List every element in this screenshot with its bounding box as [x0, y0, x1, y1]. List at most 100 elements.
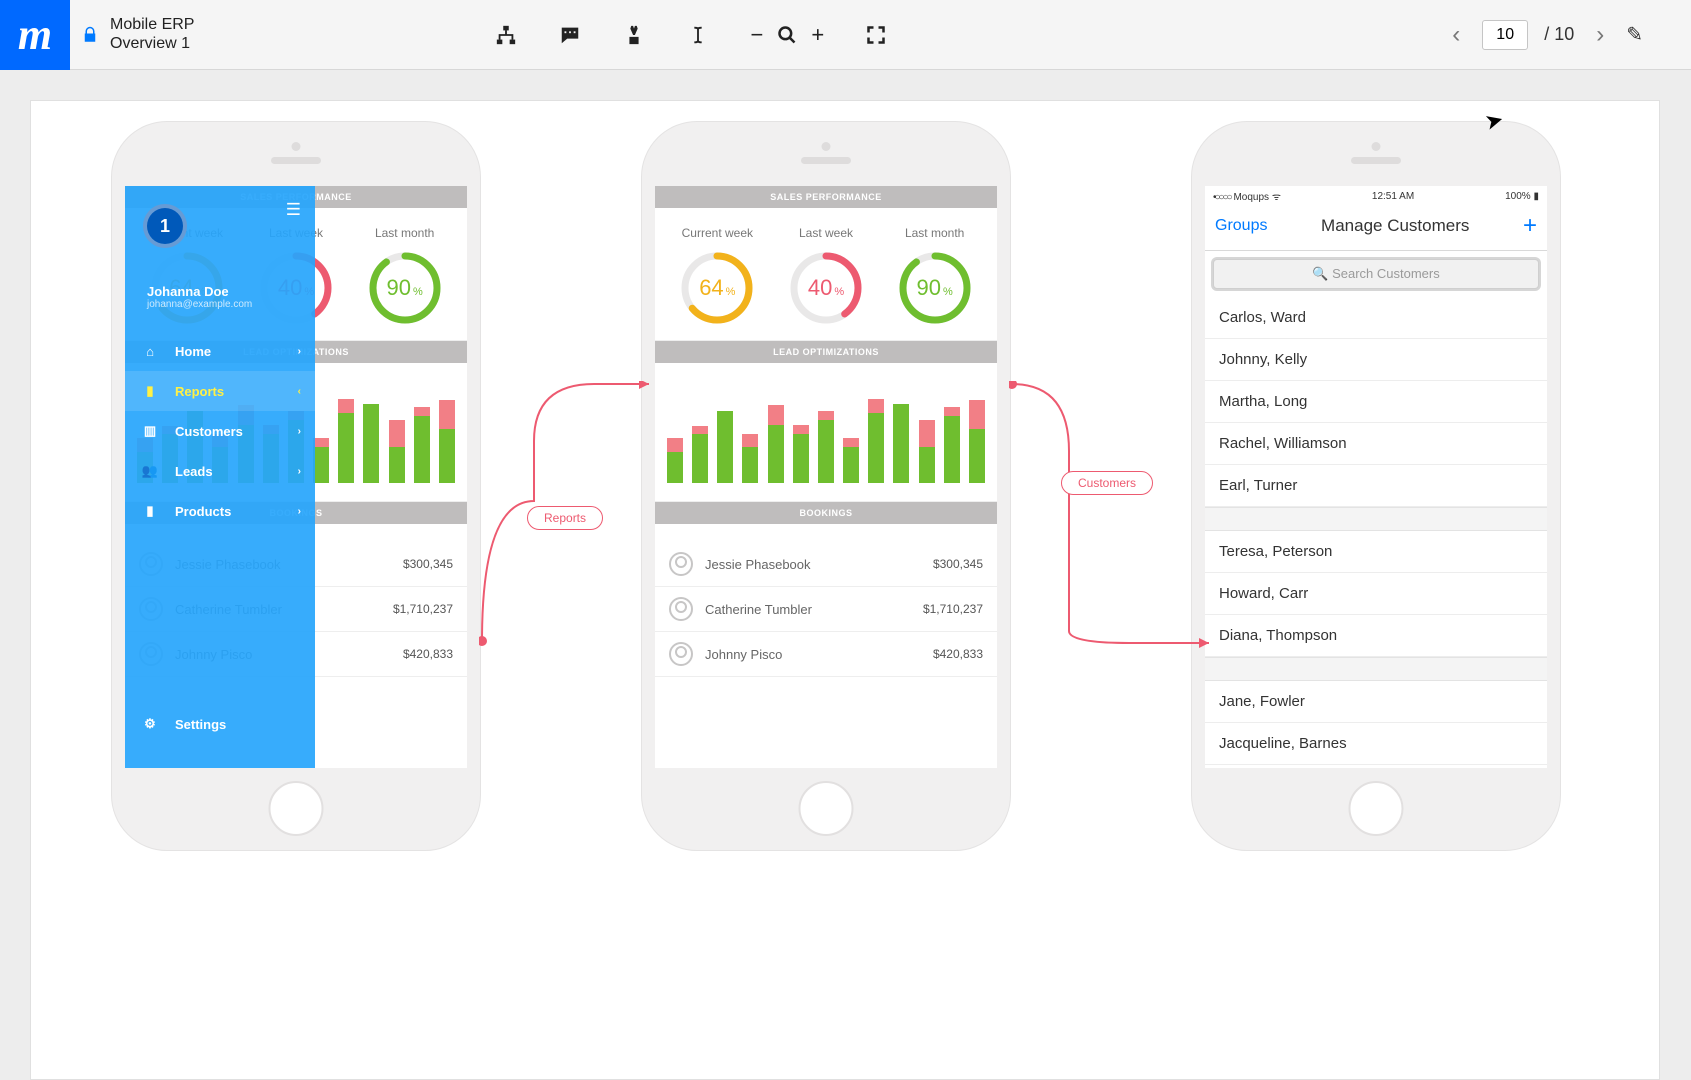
- phone2-screen: SALES PERFORMANCECurrent week64%Last wee…: [655, 186, 997, 768]
- gauge-label: Last month: [367, 226, 443, 240]
- nav-icon: ▮: [139, 383, 161, 399]
- chevron-right-icon: ›: [298, 506, 301, 517]
- customer-row[interactable]: Rachel, Williamson: [1205, 423, 1547, 465]
- avatar-icon: [669, 552, 693, 576]
- customer-row[interactable]: Howard, Carr: [1205, 573, 1547, 615]
- nav-icon: ▮: [139, 503, 161, 519]
- nav-item-home[interactable]: ⌂Home›: [125, 332, 315, 371]
- phone-mock-1: SALES PERFORMANCECurrent week64%Last wee…: [111, 121, 481, 851]
- zoom-out-button[interactable]: −: [750, 22, 763, 48]
- nav-label: Reports: [175, 384, 224, 399]
- add-customer-button[interactable]: +: [1523, 212, 1537, 240]
- customer-row[interactable]: Earl, Turner: [1205, 465, 1547, 507]
- customer-row[interactable]: Teresa, Peterson: [1205, 531, 1547, 573]
- toolbar-center: − +: [494, 22, 888, 48]
- bar: [944, 407, 960, 484]
- breadcrumb[interactable]: Mobile ERP Overview 1: [110, 16, 194, 53]
- phone1-screen: SALES PERFORMANCECurrent week64%Last wee…: [125, 186, 467, 768]
- zoom-controls: − +: [750, 22, 824, 48]
- drawer-badge: 1: [143, 204, 187, 248]
- bar: [692, 426, 708, 483]
- carrier-label: •○○○○ Moqups ᯤ: [1213, 189, 1281, 203]
- chevron-right-icon: ›: [298, 346, 301, 357]
- gear-icon: ⚙: [139, 716, 161, 732]
- drawer-user-name: Johanna Doe: [147, 284, 315, 299]
- gauge-2: Last month90%: [367, 226, 443, 326]
- avatar-icon: [669, 597, 693, 621]
- app-toolbar: m Mobile ERP Overview 1 − + ‹ / 10 › ✎: [0, 0, 1691, 70]
- bar: [338, 399, 354, 483]
- lock-icon[interactable]: [70, 26, 110, 44]
- nav-drawer: ☰ 1 Johanna Doe johanna@example.com ⌂Hom…: [125, 186, 315, 768]
- nav-item-leads[interactable]: 👥Leads›: [125, 451, 315, 491]
- bar: [919, 420, 935, 483]
- gauge-2: Last month90%: [897, 226, 973, 326]
- fullscreen-icon[interactable]: [864, 23, 888, 47]
- booking-row[interactable]: Catherine Tumbler$1,710,237: [655, 587, 997, 632]
- nav-settings-label: Settings: [175, 717, 226, 732]
- booking-name: Catherine Tumbler: [705, 602, 923, 617]
- chevron-right-icon: ›: [298, 426, 301, 437]
- booking-name: Johnny Pisco: [705, 647, 933, 662]
- gauge-label: Last month: [897, 226, 973, 240]
- canvas[interactable]: SALES PERFORMANCECurrent week64%Last wee…: [0, 70, 1691, 1080]
- booking-amount: $300,345: [403, 557, 453, 571]
- zoom-in-button[interactable]: +: [811, 22, 824, 48]
- bar: [389, 420, 405, 483]
- page-total-label: / 10: [1544, 24, 1574, 45]
- project-title: Mobile ERP: [110, 16, 194, 34]
- hand-icon[interactable]: [622, 23, 646, 47]
- edit-icon[interactable]: ✎: [1626, 22, 1643, 47]
- flow-link-reports[interactable]: Reports: [527, 506, 603, 530]
- sales-header: SALES PERFORMANCE: [655, 186, 997, 208]
- bar: [439, 400, 455, 483]
- nav-back-groups[interactable]: Groups: [1215, 217, 1267, 235]
- hamburger-icon[interactable]: ☰: [286, 200, 301, 220]
- nav-icon: 👥: [139, 463, 161, 479]
- chevron-right-icon: ›: [298, 466, 301, 477]
- booking-amount: $420,833: [933, 647, 983, 661]
- drawer-user-email: johanna@example.com: [147, 299, 315, 310]
- avatar-icon: [669, 642, 693, 666]
- ios-nav-bar: Groups Manage Customers +: [1205, 206, 1547, 251]
- chevron-right-icon: ‹: [298, 386, 301, 397]
- nav-item-reports[interactable]: ▮ Reports ‹: [125, 371, 315, 411]
- page-number-input[interactable]: [1482, 20, 1528, 50]
- sitemap-icon[interactable]: [494, 23, 518, 47]
- booking-amount: $1,710,237: [923, 602, 983, 616]
- text-cursor-icon[interactable]: [686, 23, 710, 47]
- booking-row[interactable]: Jessie Phasebook$300,345: [655, 542, 997, 587]
- app-logo[interactable]: m: [0, 0, 70, 70]
- customer-row[interactable]: Diana, Thompson: [1205, 615, 1547, 657]
- comments-icon[interactable]: [558, 23, 582, 47]
- drawer-user: Johanna Doe johanna@example.com: [125, 248, 315, 332]
- nav-item-customers[interactable]: ▥Customers›: [125, 411, 315, 451]
- prev-page-button[interactable]: ‹: [1446, 21, 1466, 49]
- booking-amount: $1,710,237: [393, 602, 453, 616]
- bar: [843, 438, 859, 483]
- customer-row[interactable]: Jacqueline, Barnes: [1205, 723, 1547, 765]
- bar: [818, 411, 834, 483]
- next-page-button[interactable]: ›: [1590, 21, 1610, 49]
- battery-icon: ▮: [1533, 191, 1539, 202]
- magnifier-icon[interactable]: [775, 23, 799, 47]
- search-placeholder: Search Customers: [1332, 266, 1440, 281]
- bar: [363, 404, 379, 483]
- customer-row[interactable]: Martha, Long: [1205, 381, 1547, 423]
- booking-row[interactable]: Johnny Pisco$420,833: [655, 632, 997, 677]
- customer-row[interactable]: Carlos, Ward: [1205, 297, 1547, 339]
- phone-mock-2: SALES PERFORMANCECurrent week64%Last wee…: [641, 121, 1011, 851]
- gauge-label: Current week: [679, 226, 755, 240]
- bar: [893, 404, 909, 483]
- customer-row[interactable]: Jane, Fowler: [1205, 681, 1547, 723]
- customer-row[interactable]: Johnny, Kelly: [1205, 339, 1547, 381]
- flow-link-customers[interactable]: Customers: [1061, 471, 1153, 495]
- bar: [768, 405, 784, 483]
- booking-amount: $420,833: [403, 647, 453, 661]
- search-input[interactable]: 🔍 Search Customers: [1213, 259, 1539, 289]
- ios-status-bar: •○○○○ Moqups ᯤ 12:51 AM 100% ▮: [1205, 186, 1547, 206]
- nav-item-products[interactable]: ▮ Products ›: [125, 491, 315, 531]
- gauge-1: Last week40%: [788, 226, 864, 326]
- nav-label: Products: [175, 504, 231, 519]
- nav-settings[interactable]: ⚙ Settings: [125, 704, 315, 744]
